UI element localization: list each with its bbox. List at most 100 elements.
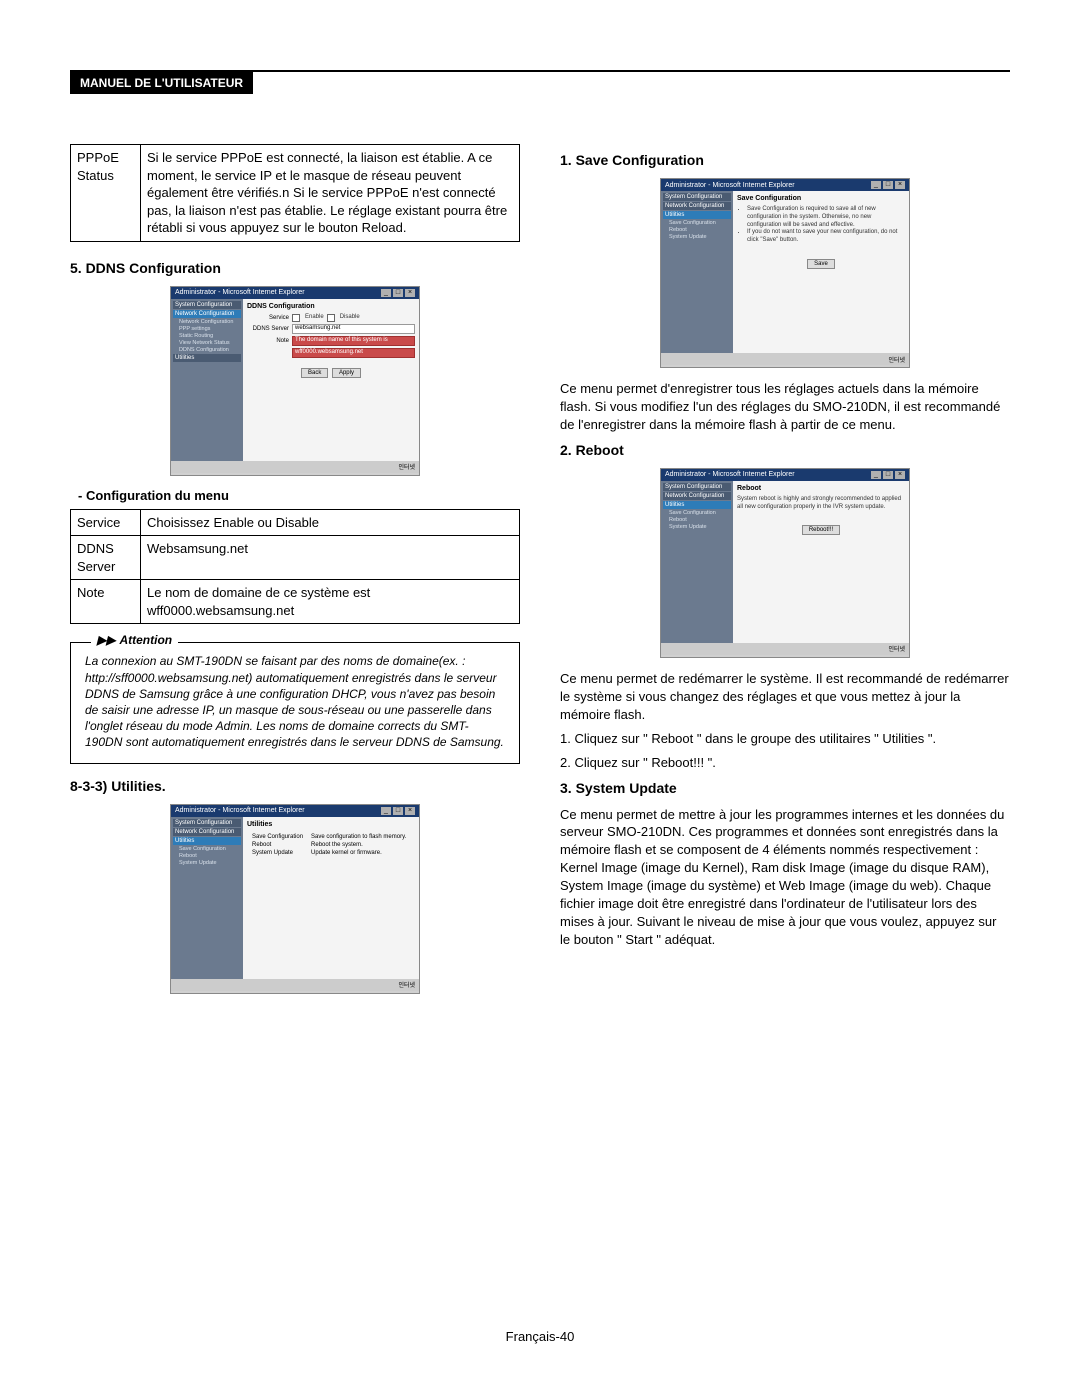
- ss-title: Administrator - Microsoft Internet Explo…: [665, 471, 795, 478]
- ss-statusbar: 인터넷: [171, 979, 419, 991]
- ss-titlebar: Administrator - Microsoft Internet Explo…: [171, 805, 419, 817]
- sidebar-network: Network Configuration: [173, 310, 241, 318]
- sidebar-sub: Static Routing: [173, 333, 241, 339]
- ss-sidebar: System Configuration Network Configurati…: [171, 817, 243, 979]
- max-icon: □: [883, 471, 893, 479]
- reboot-button: Reboot!!!: [802, 525, 840, 535]
- util-reboot-k: Reboot: [249, 842, 306, 848]
- system-update-para: Ce menu permet de mettre à jour les prog…: [560, 806, 1010, 950]
- screenshot-reboot: Administrator - Microsoft Internet Explo…: [660, 468, 910, 658]
- disable-label: Disable: [340, 314, 360, 322]
- save-config-para: Ce menu permet d'enregistrer tous les ré…: [560, 380, 1010, 434]
- apply-button: Apply: [332, 368, 361, 378]
- sidebar-network: Network Configuration: [663, 202, 731, 210]
- util-update-k: System Update: [249, 850, 306, 856]
- status-text: 인터넷: [888, 644, 905, 653]
- sidebar-utilities: Utilities: [663, 211, 731, 219]
- ss-main: Utilities Save ConfigurationSave configu…: [243, 817, 419, 979]
- header-bar: MANUEL DE L'UTILISATEUR: [70, 70, 1010, 94]
- back-button: Back: [301, 368, 328, 378]
- ss-titlebar: Administrator - Microsoft Internet Explo…: [661, 469, 909, 481]
- ss-title: Administrator - Microsoft Internet Explo…: [665, 182, 795, 189]
- screenshot-save: Administrator - Microsoft Internet Explo…: [660, 178, 910, 368]
- save-note1: Save Configuration is required to save a…: [747, 206, 905, 229]
- label-note: Note: [247, 338, 289, 344]
- status-text: 인터넷: [888, 355, 905, 364]
- label-service: Service: [247, 315, 289, 321]
- screenshot-utilities: Administrator - Microsoft Internet Explo…: [170, 804, 420, 994]
- heading-ddns: 5. DDNS Configuration: [70, 260, 520, 276]
- sidebar-sub: Reboot: [663, 517, 731, 523]
- config-table: ServiceChoisissez Enable ou Disable DDNS…: [70, 509, 520, 625]
- cfg-note-k: Note: [71, 580, 141, 624]
- ss-sidebar: System Configuration Network Configurati…: [661, 481, 733, 643]
- ss-heading: Save Configuration: [737, 195, 905, 202]
- util-save-k: Save Configuration: [249, 834, 306, 840]
- window-controls: _□×: [871, 181, 905, 189]
- sidebar-sub: Save Configuration: [663, 220, 731, 226]
- util-reboot-v: Reboot the system.: [308, 842, 409, 848]
- ss-statusbar: 인터넷: [171, 461, 419, 473]
- sidebar-sub: View Network Status: [173, 340, 241, 346]
- sidebar-system: System Configuration: [173, 819, 241, 827]
- cfg-server-v: Websamsung.net: [141, 536, 520, 580]
- right-column: 1. Save Configuration Administrator - Mi…: [560, 144, 1010, 1006]
- left-column: PPPoE Status Si le service PPPoE est con…: [70, 144, 520, 1006]
- max-icon: □: [393, 807, 403, 815]
- sidebar-utilities: Utilities: [173, 837, 241, 845]
- cfg-service-k: Service: [71, 509, 141, 536]
- sidebar-sub: System Update: [663, 234, 731, 240]
- max-icon: □: [883, 181, 893, 189]
- attention-box: ▶▶ Attention La connexion au SMT-190DN s…: [70, 642, 520, 763]
- pppoe-table: PPPoE Status Si le service PPPoE est con…: [70, 144, 520, 242]
- close-icon: ×: [405, 289, 415, 297]
- page-number: Français-40: [0, 1329, 1080, 1344]
- sidebar-sub: PPP settings: [173, 326, 241, 332]
- heading-utilities: 8-3-3) Utilities.: [70, 778, 520, 794]
- sidebar-utilities: Utilities: [663, 501, 731, 509]
- enable-label: Enable: [305, 314, 324, 322]
- window-controls: _□×: [381, 289, 415, 297]
- heading-system-update: 3. System Update: [560, 780, 1010, 796]
- ss-titlebar: Administrator - Microsoft Internet Explo…: [171, 287, 419, 299]
- sidebar-sub: Reboot: [173, 853, 241, 859]
- ss-title: Administrator - Microsoft Internet Explo…: [175, 807, 305, 814]
- note-line1: The domain name of this system is: [292, 336, 415, 346]
- sidebar-sub: Save Configuration: [663, 510, 731, 516]
- window-controls: _□×: [871, 471, 905, 479]
- label-server: DDNS Server: [247, 326, 289, 332]
- cfg-server-k: DDNS Server: [71, 536, 141, 580]
- sidebar-network: Network Configuration: [663, 492, 731, 500]
- enable-check: [292, 314, 300, 322]
- two-column-layout: PPPoE Status Si le service PPPoE est con…: [70, 144, 1010, 1006]
- save-note2: If you do not want to save your new conf…: [747, 229, 905, 245]
- sidebar-sub: Reboot: [663, 227, 731, 233]
- util-update-v: Update kernel or firmware.: [308, 850, 409, 856]
- pppoe-label: PPPoE Status: [71, 145, 141, 242]
- ss-heading: DDNS Configuration: [247, 303, 415, 310]
- ss-statusbar: 인터넷: [661, 353, 909, 365]
- sidebar-sub: System Update: [663, 524, 731, 530]
- status-text: 인터넷: [398, 462, 415, 471]
- sidebar-system: System Configuration: [173, 301, 241, 309]
- reboot-step1: 1. Cliquez sur " Reboot " dans le groupe…: [560, 730, 1010, 748]
- window-controls: _□×: [381, 807, 415, 815]
- pppoe-desc: Si le service PPPoE est connecté, la lia…: [141, 145, 520, 242]
- cfg-note-v: Le nom de domaine de ce système est wff0…: [141, 580, 520, 624]
- ss-title: Administrator - Microsoft Internet Explo…: [175, 289, 305, 296]
- ss-heading: Reboot: [737, 485, 905, 492]
- sidebar-network: Network Configuration: [173, 828, 241, 836]
- ss-heading: Utilities: [247, 821, 415, 828]
- close-icon: ×: [405, 807, 415, 815]
- status-text: 인터넷: [398, 980, 415, 989]
- ss-main: DDNS Configuration Service Enable Disabl…: [243, 299, 419, 461]
- attention-text: La connexion au SMT-190DN se faisant par…: [85, 653, 505, 750]
- ss-main: Reboot System reboot is highly and stron…: [733, 481, 909, 643]
- ss-statusbar: 인터넷: [661, 643, 909, 655]
- header-label: MANUEL DE L'UTILISATEUR: [70, 72, 253, 94]
- sidebar-sub: System Update: [173, 860, 241, 866]
- server-input: websamsung.net: [292, 324, 415, 334]
- attention-title: ▶▶ Attention: [91, 633, 178, 647]
- attention-label: Attention: [119, 633, 172, 647]
- util-save-v: Save configuration to flash memory.: [308, 834, 409, 840]
